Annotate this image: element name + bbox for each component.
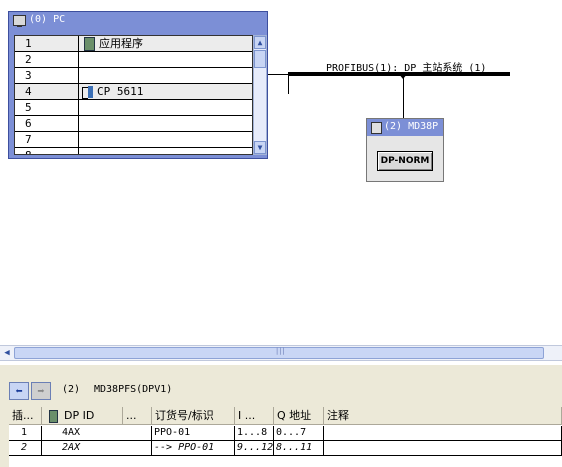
horizontal-scrollbar[interactable]: ◀ ||| bbox=[0, 345, 562, 361]
col-header-i-address[interactable]: I ... bbox=[235, 407, 274, 425]
table-row-slot[interactable]: 1 bbox=[9, 426, 42, 441]
slave-name: MD38PFS(DPV1) bbox=[94, 384, 173, 395]
slot-scrollbar[interactable]: ▲ ▼ bbox=[253, 35, 267, 155]
slot-number: 4 bbox=[15, 84, 79, 99]
table-row-dp-id[interactable]: 2AX bbox=[42, 441, 152, 456]
slot-table: 1 应用程序 2 3 4 CP 5611 5 6 7 8 bbox=[14, 35, 253, 155]
slave-title: (2) MD38P bbox=[384, 121, 439, 132]
cp-network-card-icon bbox=[82, 86, 94, 99]
station-window[interactable]: (0) PC 1 应用程序 2 3 4 CP 5611 5 6 7 ▲ ▼ bbox=[8, 11, 268, 159]
col-header-order-number[interactable]: 订货号/标识 bbox=[152, 407, 235, 425]
bus-connector-line bbox=[268, 74, 289, 94]
table-row-slot[interactable]: 2 bbox=[9, 441, 42, 456]
slot-row[interactable]: 6 bbox=[15, 116, 252, 132]
slot-row[interactable]: 1 应用程序 bbox=[15, 36, 252, 52]
slot-number: 7 bbox=[15, 132, 79, 147]
table-row-comment[interactable] bbox=[324, 426, 562, 441]
table-row-i-address[interactable]: 1...8 bbox=[235, 426, 274, 441]
slot-number: 8 bbox=[15, 148, 79, 154]
slot-number: 6 bbox=[15, 116, 79, 131]
application-icon bbox=[84, 37, 95, 51]
scroll-thumb[interactable]: ||| bbox=[14, 347, 544, 359]
table-row-q-address[interactable]: 8...11 bbox=[274, 441, 324, 456]
slot-number: 5 bbox=[15, 100, 79, 115]
forward-arrow-button[interactable]: ➡ bbox=[31, 382, 51, 400]
slave-titlebar[interactable]: (2) MD38P bbox=[367, 119, 443, 136]
pc-icon bbox=[13, 15, 26, 27]
slot-module: CP 5611 bbox=[97, 85, 144, 98]
table-row-comment[interactable] bbox=[324, 441, 562, 456]
slave-drop-line bbox=[403, 76, 404, 118]
slave-number: (2) bbox=[62, 384, 81, 395]
table-row-dp-id[interactable]: 4AX bbox=[42, 426, 152, 441]
slave-device-icon bbox=[371, 122, 382, 134]
station-titlebar[interactable]: (0) PC bbox=[9, 12, 267, 30]
slot-row[interactable]: 4 CP 5611 bbox=[15, 84, 252, 100]
profibus-label[interactable]: PROFIBUS(1): DP 主站系统 (1) bbox=[326, 59, 486, 74]
slot-row[interactable]: 8 bbox=[15, 148, 252, 154]
module-table: 插... DP ID ... 订货号/标识 I ... Q 地址 注释 1 4A… bbox=[9, 407, 562, 467]
detail-panel: ⬅ ➡ (2) MD38PFS(DPV1) 插... DP ID ... 订货号… bbox=[0, 365, 562, 467]
slot-module: 应用程序 bbox=[99, 37, 143, 50]
scroll-right-button[interactable] bbox=[546, 347, 561, 360]
col-header-more[interactable]: ... bbox=[123, 407, 152, 425]
col-header-dp-id[interactable]: DP ID bbox=[42, 407, 123, 425]
slot-number: 3 bbox=[15, 68, 79, 83]
scroll-down-button[interactable]: ▼ bbox=[254, 141, 266, 154]
station-title: (0) PC bbox=[29, 14, 66, 25]
slot-number: 1 bbox=[15, 36, 79, 51]
slot-row[interactable]: 5 bbox=[15, 100, 252, 116]
col-header-q-address[interactable]: Q 地址 bbox=[274, 407, 324, 425]
slot-row[interactable]: 2 bbox=[15, 52, 252, 68]
grip-icon: ||| bbox=[275, 347, 286, 355]
table-row-q-address[interactable]: 0...7 bbox=[274, 426, 324, 441]
dp-slave-box[interactable]: (2) MD38P DP-NORM bbox=[366, 118, 444, 182]
scroll-left-icon[interactable]: ◀ bbox=[1, 347, 13, 360]
slot-row[interactable]: 3 bbox=[15, 68, 252, 84]
module-icon bbox=[49, 409, 58, 423]
slot-number: 2 bbox=[15, 52, 79, 67]
table-row-order[interactable]: --> PPO-01 bbox=[152, 441, 235, 456]
col-header-comment[interactable]: 注释 bbox=[324, 407, 562, 425]
scroll-up-button[interactable]: ▲ bbox=[254, 36, 266, 49]
table-row-i-address[interactable]: 9...12 bbox=[235, 441, 274, 456]
dp-norm-button[interactable]: DP-NORM bbox=[377, 151, 433, 171]
slot-row[interactable]: 7 bbox=[15, 132, 252, 148]
col-header-slot[interactable]: 插... bbox=[9, 407, 42, 425]
table-row-order[interactable]: PPO-01 bbox=[152, 426, 235, 441]
back-arrow-button[interactable]: ⬅ bbox=[9, 382, 29, 400]
scroll-thumb[interactable] bbox=[254, 50, 266, 68]
